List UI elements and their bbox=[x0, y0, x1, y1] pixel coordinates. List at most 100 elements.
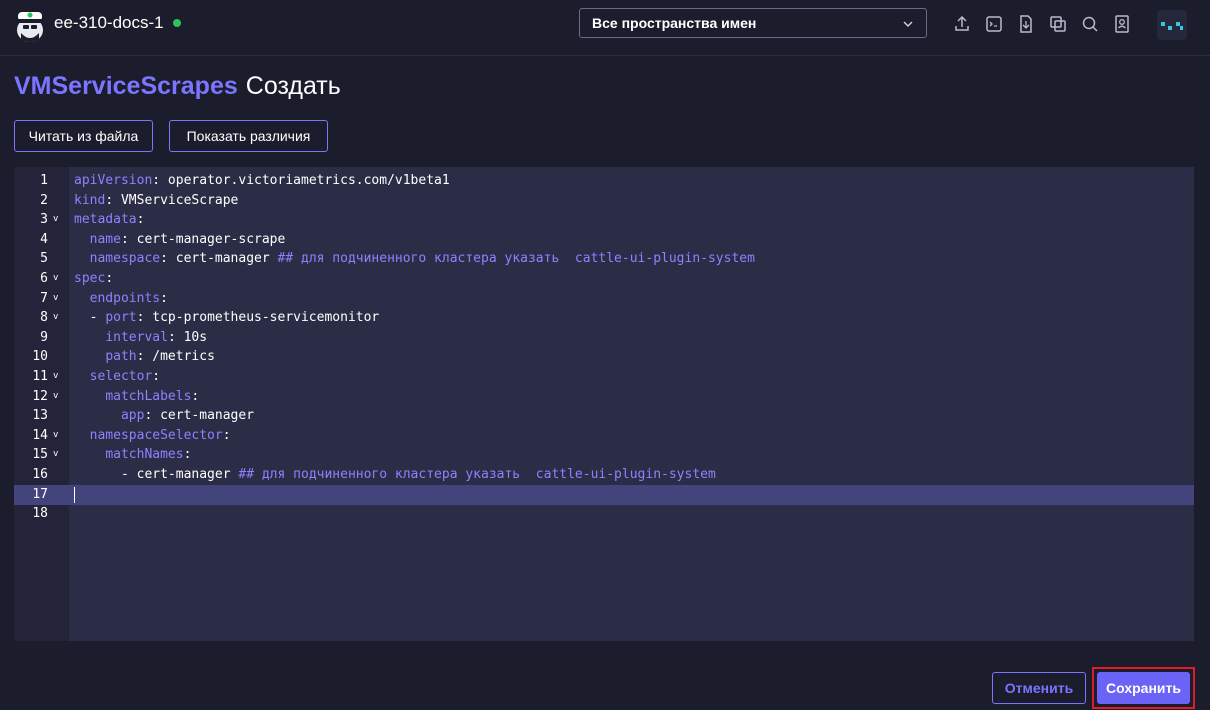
code-key: app bbox=[120, 408, 145, 424]
line-number: 3 bbox=[40, 212, 48, 228]
copy-icon[interactable] bbox=[1048, 14, 1068, 34]
fold-toggle-icon[interactable]: v bbox=[53, 312, 58, 322]
code-key: matchLabels bbox=[105, 388, 192, 404]
line-number: 16 bbox=[32, 467, 48, 482]
cancel-button[interactable]: Отменить bbox=[992, 672, 1086, 704]
fold-toggle-icon[interactable]: v bbox=[53, 371, 58, 381]
line-number: 6 bbox=[40, 271, 48, 286]
line-number: 14 bbox=[32, 427, 48, 443]
line-number: 1 bbox=[40, 173, 48, 188]
fold-toggle-icon[interactable]: v bbox=[53, 449, 58, 459]
code-key: name bbox=[89, 231, 121, 247]
code-line[interactable]: interval: 10s bbox=[74, 328, 207, 348]
line-number: 7 bbox=[40, 290, 48, 306]
top-navbar: ee-310-docs-1 Все пространства имен bbox=[0, 0, 1210, 56]
download-icon[interactable] bbox=[1016, 14, 1036, 34]
fold-toggle-icon[interactable]: v bbox=[53, 293, 58, 303]
fold-toggle-icon[interactable]: v bbox=[53, 391, 58, 401]
code-line[interactable]: endpoints: bbox=[74, 289, 168, 309]
code-value: : cert-manager bbox=[144, 408, 255, 424]
page-title-action: Создать bbox=[245, 72, 341, 100]
code-value: : operator.victoriametrics.com/v1beta1 bbox=[152, 173, 450, 188]
code-line[interactable]: metadata: bbox=[74, 210, 144, 230]
code-value: : bbox=[105, 271, 114, 286]
code-value: : bbox=[183, 447, 192, 463]
code-key: metadata bbox=[74, 212, 137, 228]
code-key: selector bbox=[89, 369, 153, 384]
line-number: 10 bbox=[32, 349, 48, 365]
code-key: namespace bbox=[89, 251, 161, 267]
code-comment: ## для подчиненного кластера указать cat… bbox=[238, 467, 716, 482]
line-number: 9 bbox=[40, 329, 48, 345]
code-value: : bbox=[152, 369, 161, 384]
line-number: 15 bbox=[32, 447, 48, 463]
code-line[interactable]: spec: bbox=[74, 269, 113, 289]
namespace-select-value: Все пространства имен bbox=[592, 15, 757, 31]
code-line[interactable]: selector: bbox=[74, 367, 160, 387]
code-key: endpoints bbox=[89, 290, 161, 306]
code-value: : tcp-prometheus-servicemonitor bbox=[136, 310, 380, 326]
line-number: 5 bbox=[40, 251, 48, 267]
code-key: port bbox=[105, 310, 137, 326]
code-value: : /metrics bbox=[136, 349, 215, 365]
yaml-editor[interactable]: 1 apiVersion: operator.victoriametrics.co… bbox=[14, 167, 1194, 641]
code-line[interactable]: - port: tcp-prometheus-servicemonitor bbox=[74, 308, 380, 328]
code-key: interval bbox=[105, 329, 168, 345]
code-key: kind bbox=[74, 192, 106, 208]
fold-toggle-icon[interactable]: v bbox=[53, 214, 58, 224]
code-key: spec bbox=[74, 271, 106, 286]
page-title-resource[interactable]: VMServiceScrapes bbox=[14, 72, 238, 100]
line-number: 2 bbox=[40, 192, 48, 208]
code-line[interactable]: - cert-manager ## для подчиненного класт… bbox=[74, 465, 716, 485]
code-value: : bbox=[222, 427, 231, 443]
code-value: : cert-manager-scrape bbox=[120, 231, 286, 247]
cluster-mascot-icon[interactable] bbox=[13, 5, 47, 43]
code-value: : bbox=[191, 388, 200, 404]
user-avatar-icon[interactable] bbox=[1157, 10, 1187, 40]
line-number: 8 bbox=[40, 310, 48, 326]
code-line[interactable]: name: cert-manager-scrape bbox=[74, 230, 286, 250]
save-button[interactable]: Сохранить bbox=[1097, 672, 1190, 704]
code-key: matchNames bbox=[105, 447, 184, 463]
line-number: 11 bbox=[32, 369, 48, 384]
search-icon[interactable] bbox=[1080, 14, 1100, 34]
fold-toggle-icon[interactable]: v bbox=[53, 273, 58, 283]
line-number: 18 bbox=[32, 506, 48, 522]
code-line[interactable]: namespace: cert-manager ## для подчиненн… bbox=[74, 249, 755, 269]
line-number: 17 bbox=[32, 486, 48, 502]
line-number: 4 bbox=[40, 231, 48, 247]
line-number: 12 bbox=[32, 388, 48, 404]
code-line[interactable]: matchNames: bbox=[74, 445, 191, 465]
code-value: : bbox=[136, 212, 145, 228]
code-value: : cert-manager bbox=[160, 251, 278, 267]
line-number: 13 bbox=[32, 408, 48, 424]
chevron-down-icon bbox=[903, 21, 913, 28]
code-line[interactable]: namespaceSelector: bbox=[74, 426, 231, 446]
code-value: : VMServiceScrape bbox=[105, 192, 239, 208]
cluster-status-dot bbox=[173, 19, 181, 27]
upload-icon[interactable] bbox=[952, 14, 972, 34]
code-line[interactable]: kind: VMServiceScrape bbox=[74, 191, 238, 211]
show-diff-button[interactable]: Показать различия bbox=[169, 120, 328, 152]
code-line[interactable]: apiVersion: operator.victoriametrics.com… bbox=[74, 171, 450, 191]
cluster-name[interactable]: ee-310-docs-1 bbox=[54, 13, 164, 33]
fold-toggle-icon[interactable]: v bbox=[53, 430, 58, 440]
code-value: - cert-manager bbox=[120, 467, 239, 482]
code-line[interactable]: app: cert-manager bbox=[74, 406, 254, 426]
code-value: : bbox=[160, 290, 168, 306]
namespace-select[interactable]: Все пространства имен bbox=[579, 8, 927, 38]
read-from-file-button[interactable]: Читать из файла bbox=[14, 120, 153, 152]
code-line[interactable]: path: /metrics bbox=[74, 347, 215, 367]
terminal-icon[interactable] bbox=[984, 14, 1004, 34]
code-indent: - bbox=[74, 310, 106, 326]
account-icon[interactable] bbox=[1112, 14, 1132, 34]
code-line[interactable]: matchLabels: bbox=[74, 387, 199, 407]
